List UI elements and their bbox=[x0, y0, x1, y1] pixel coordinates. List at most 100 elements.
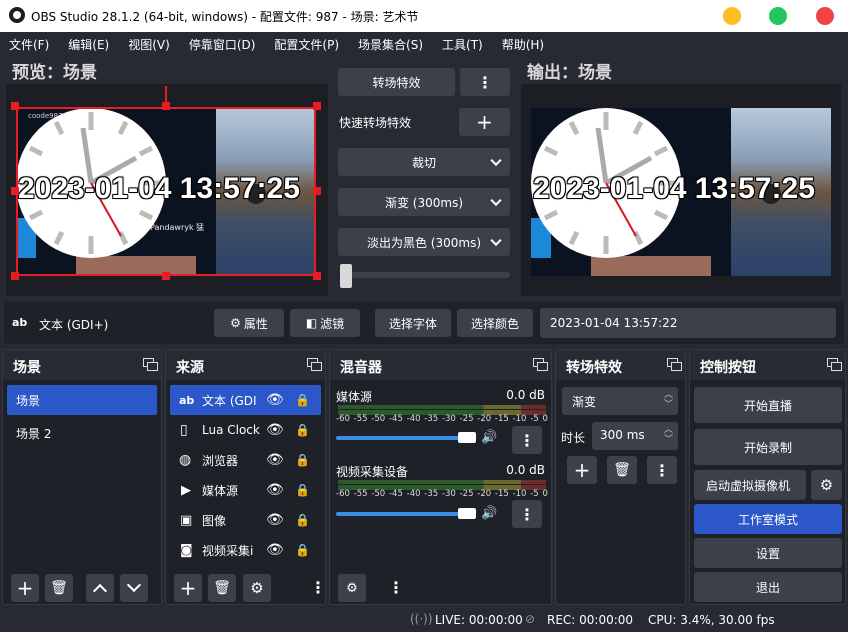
chevron-up-icon bbox=[92, 583, 108, 599]
source-item[interactable]: ▣ 图像 👁 🔒 bbox=[170, 505, 321, 535]
text-value-field[interactable]: 2023-01-04 13:57:22 bbox=[540, 308, 836, 338]
tbar-handle[interactable] bbox=[340, 264, 352, 288]
menu-view[interactable]: 视图(V) bbox=[128, 36, 170, 53]
undock-icon[interactable] bbox=[143, 358, 158, 371]
menu-edit[interactable]: 编辑(E) bbox=[68, 36, 109, 53]
volume-slider[interactable] bbox=[336, 512, 476, 516]
globe-icon: ◍ bbox=[179, 452, 192, 468]
eye-icon[interactable]: 👁 bbox=[266, 452, 284, 468]
more-vertical-icon[interactable]: ⋮ bbox=[388, 578, 404, 597]
plus-icon: + bbox=[476, 110, 493, 134]
close-button[interactable] bbox=[816, 7, 834, 25]
speaker-icon[interactable]: 🔊 bbox=[481, 430, 497, 445]
source-item[interactable]: ▯ Lua Clock 👁 🔒 bbox=[170, 415, 321, 445]
quick-transition-fade-black[interactable]: 淡出为黑色 (300ms) bbox=[338, 228, 510, 256]
menu-tools[interactable]: 工具(T) bbox=[442, 36, 483, 53]
eye-icon[interactable]: 👁 bbox=[266, 482, 284, 498]
more-vertical-icon[interactable]: ⋮ bbox=[310, 578, 326, 597]
eye-icon[interactable]: 👁 bbox=[266, 392, 284, 408]
transition-button[interactable]: 转场特效 bbox=[338, 68, 455, 96]
lock-icon[interactable]: 🔒 bbox=[295, 393, 310, 407]
remove-scene-button[interactable]: 🗑 bbox=[45, 574, 73, 602]
source-item[interactable]: ▶ 媒体源 👁 🔒 bbox=[170, 475, 321, 505]
obs-logo-icon bbox=[9, 7, 25, 23]
eye-icon[interactable]: 👁 bbox=[266, 542, 284, 558]
exit-button[interactable]: 退出 bbox=[694, 572, 842, 602]
remove-source-button[interactable]: 🗑 bbox=[208, 574, 236, 602]
title-bar: OBS Studio 28.1.2 (64-bit, windows) - 配置… bbox=[0, 0, 848, 32]
undock-icon[interactable] bbox=[307, 358, 322, 371]
lock-icon[interactable]: 🔒 bbox=[295, 543, 310, 557]
maximize-button[interactable] bbox=[769, 7, 787, 25]
start-virtual-camera-button[interactable]: 启动虚拟摄像机 bbox=[694, 470, 806, 500]
camera-icon: ◙ bbox=[180, 542, 193, 558]
add-source-button[interactable]: + bbox=[174, 574, 202, 602]
resize-handle[interactable] bbox=[11, 102, 19, 110]
advanced-audio-button[interactable]: ⚙ bbox=[338, 574, 366, 602]
resize-handle[interactable] bbox=[11, 187, 19, 195]
resize-handle[interactable] bbox=[162, 102, 170, 110]
add-quick-transition-button[interactable]: + bbox=[459, 108, 510, 136]
resize-handle[interactable] bbox=[162, 272, 170, 280]
resize-handle[interactable] bbox=[313, 187, 321, 195]
resize-handle[interactable] bbox=[313, 272, 321, 280]
select-font-button[interactable]: 选择字体 bbox=[375, 309, 451, 337]
eye-icon[interactable]: 👁 bbox=[266, 512, 284, 528]
menu-file[interactable]: 文件(F) bbox=[9, 36, 49, 53]
start-streaming-button[interactable]: 开始直播 bbox=[694, 387, 842, 423]
transition-tbar[interactable] bbox=[340, 272, 510, 278]
preview-canvas[interactable]: coode987 Pandawryk 猛 2023-01-04 13:57:25 bbox=[6, 84, 328, 296]
filters-button[interactable]: ◧ 滤镜 bbox=[290, 309, 360, 337]
transition-select[interactable]: 渐变 ︿ ﹀ bbox=[562, 387, 678, 415]
select-color-button[interactable]: 选择颜色 bbox=[457, 309, 533, 337]
lock-icon[interactable]: 🔒 bbox=[295, 453, 310, 467]
duration-spinbox[interactable]: 300 ms ︿ ﹀ bbox=[592, 422, 678, 450]
menu-docks[interactable]: 停靠窗口(D) bbox=[189, 36, 256, 53]
eye-icon[interactable]: 👁 bbox=[266, 422, 284, 438]
transition-menu-button[interactable]: ⋮ bbox=[460, 68, 510, 96]
studio-mode-button[interactable]: 工作室模式 bbox=[694, 504, 842, 534]
start-recording-button[interactable]: 开始录制 bbox=[694, 429, 842, 465]
lock-icon[interactable]: 🔒 bbox=[295, 423, 310, 437]
properties-button[interactable]: ⚙ 属性 bbox=[214, 309, 284, 337]
add-scene-button[interactable]: + bbox=[11, 574, 39, 602]
channel-menu-button[interactable]: ⋮ bbox=[512, 500, 542, 528]
source-item[interactable]: ◍ 浏览器 👁 🔒 bbox=[170, 445, 321, 475]
scene-item[interactable]: 场景 2 bbox=[7, 418, 157, 448]
chevron-down-icon bbox=[490, 234, 502, 247]
volume-slider-handle[interactable] bbox=[458, 432, 476, 443]
program-title: 输出：场景 bbox=[527, 63, 612, 83]
source-item[interactable]: ◙ 视频采集i 👁 🔒 bbox=[170, 535, 321, 565]
resize-handle[interactable] bbox=[313, 102, 321, 110]
gear-icon: ⚙ bbox=[230, 316, 241, 330]
speaker-icon[interactable]: 🔊 bbox=[481, 506, 497, 521]
move-scene-down-button[interactable] bbox=[120, 574, 148, 602]
virtual-camera-settings-button[interactable]: ⚙ bbox=[811, 470, 842, 500]
remove-transition-button[interactable]: 🗑 bbox=[607, 456, 637, 484]
undock-icon[interactable] bbox=[827, 358, 842, 371]
undock-icon[interactable] bbox=[667, 358, 682, 371]
minimize-button[interactable] bbox=[723, 7, 741, 25]
quick-transition-cut[interactable]: 裁切 bbox=[338, 148, 510, 176]
source-properties-button[interactable]: ⚙ bbox=[243, 574, 271, 602]
add-transition-button[interactable]: + bbox=[567, 456, 597, 484]
menu-profile[interactable]: 配置文件(P) bbox=[274, 36, 339, 53]
undock-icon[interactable] bbox=[533, 358, 548, 371]
source-item[interactable]: ab 文本 (GDI 👁 🔒 bbox=[170, 385, 321, 415]
menu-help[interactable]: 帮助(H) bbox=[502, 36, 544, 53]
transition-properties-button[interactable]: ⋮ bbox=[647, 456, 677, 484]
scene-item[interactable]: 场景 bbox=[7, 385, 157, 415]
lock-icon[interactable]: 🔒 bbox=[295, 513, 310, 527]
audio-mixer-dock: 混音器 媒体源 0.0 dB -60 -55 -50 -45 -40 -35 -30 -25-… bbox=[329, 349, 552, 605]
move-scene-up-button[interactable] bbox=[86, 574, 114, 602]
updown-icon: ︿ ﹀ bbox=[663, 425, 673, 445]
menu-scene-collection[interactable]: 场景集合(S) bbox=[358, 36, 423, 53]
channel-menu-button[interactable]: ⋮ bbox=[512, 426, 542, 454]
volume-slider[interactable] bbox=[336, 436, 476, 440]
resize-handle[interactable] bbox=[11, 272, 19, 280]
volume-slider-handle[interactable] bbox=[458, 508, 476, 519]
settings-button[interactable]: 设置 bbox=[694, 538, 842, 568]
quick-transition-fade[interactable]: 渐变 (300ms) bbox=[338, 188, 510, 216]
meter-scale: -60 -55 -50 -45 -40 -35 -30 -25 -20 -15 -10 -5 0 bbox=[336, 489, 548, 499]
lock-icon[interactable]: 🔒 bbox=[295, 483, 310, 497]
